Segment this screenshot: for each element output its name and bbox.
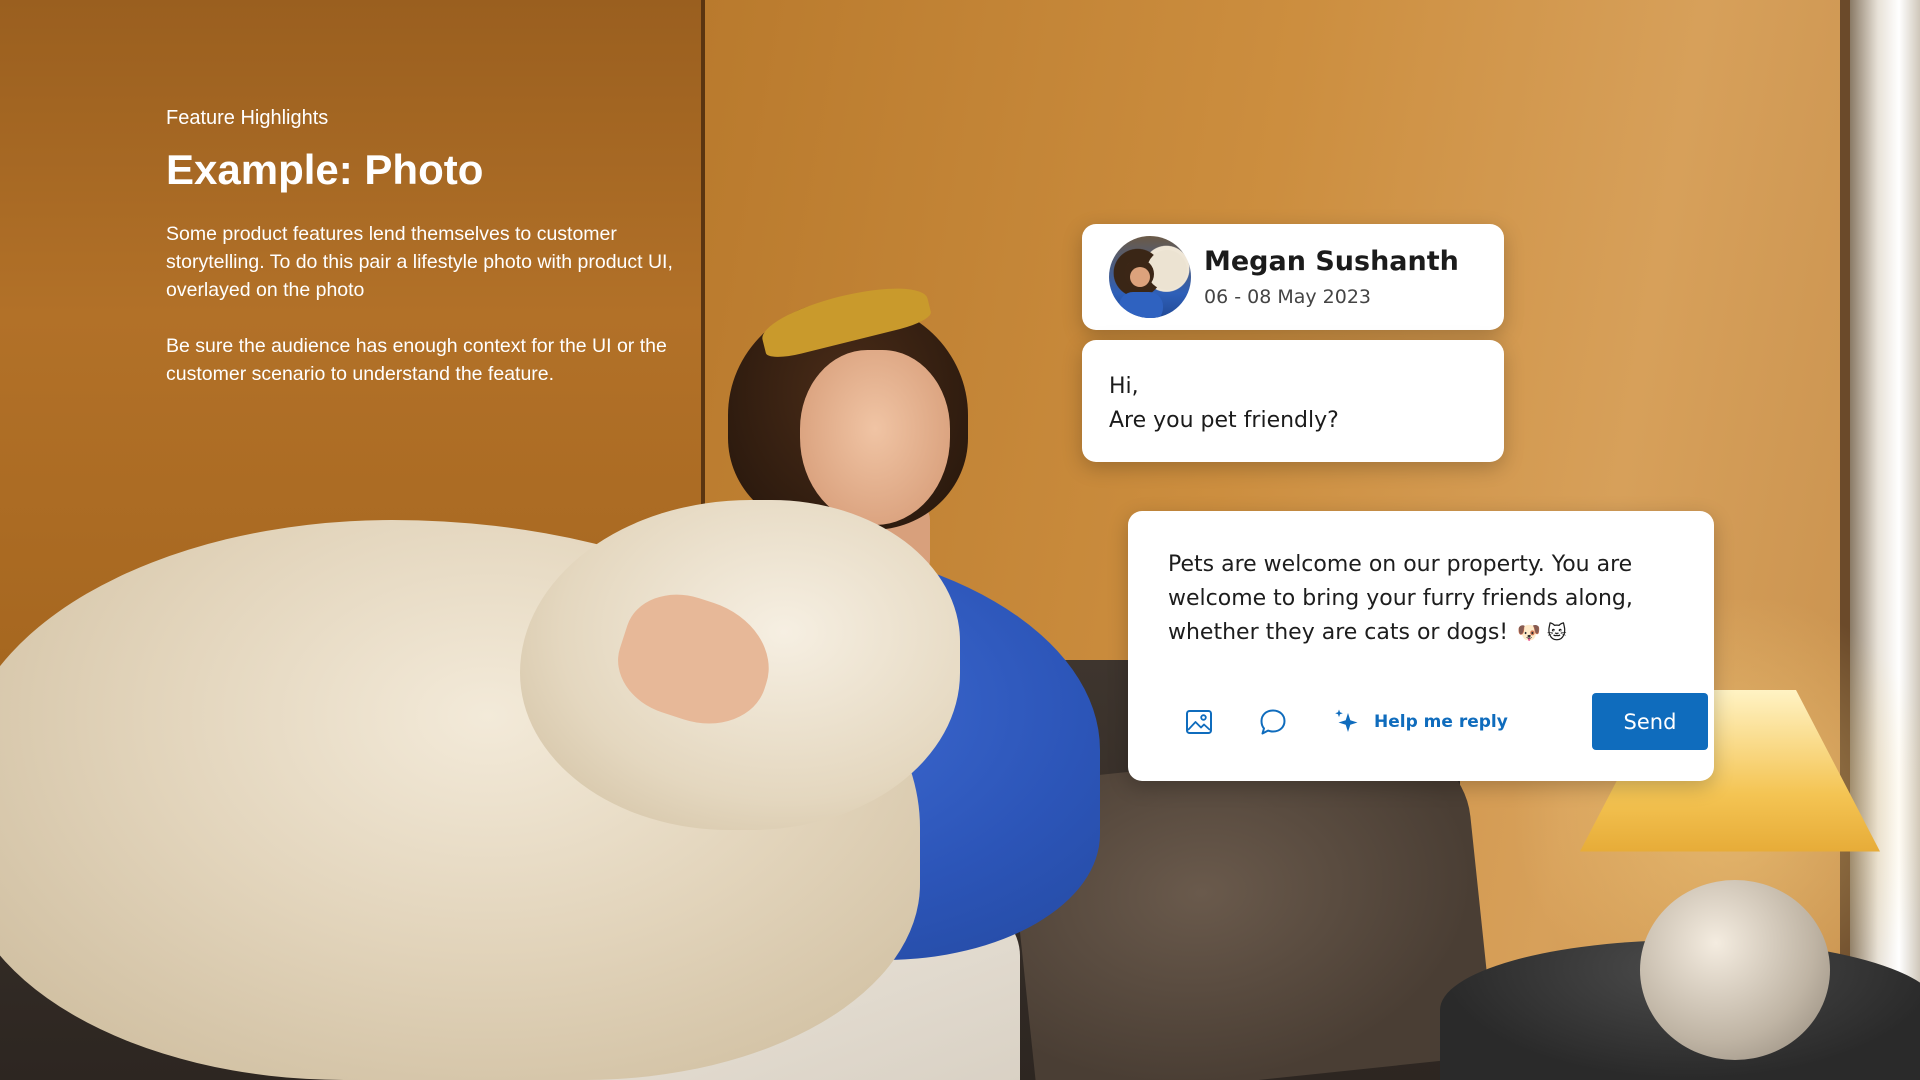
body-paragraph-1: Some product features lend themselves to… (166, 223, 673, 301)
guest-name: Megan Sushanth (1204, 246, 1459, 277)
guest-profile-card: Megan Sushanth 06 - 08 May 2023 (1082, 224, 1504, 330)
reply-toolbar: Help me reply Send (1168, 693, 1708, 751)
body-paragraph-2: Be sure the audience has enough context … (166, 335, 667, 385)
reply-composer: Pets are welcome on our property. You ar… (1128, 511, 1714, 781)
incoming-message-card: Hi, Are you pet friendly? (1082, 340, 1504, 462)
text-panel: Feature Highlights Example: Photo Some p… (166, 104, 686, 416)
stay-dates: 06 - 08 May 2023 (1204, 286, 1372, 308)
face (800, 350, 950, 525)
sparkle-icon (1335, 709, 1358, 732)
message-line: Hi, (1109, 374, 1139, 399)
eyebrow: Feature Highlights (166, 107, 329, 129)
avatar (1109, 236, 1191, 318)
help-me-reply-label: Help me reply (1374, 712, 1508, 732)
image-icon[interactable] (1184, 707, 1214, 737)
reply-emojis: 🐶 🐱 (1517, 622, 1567, 644)
chat-bubble-icon[interactable] (1258, 707, 1288, 737)
slide: Feature Highlights Example: Photo Some p… (0, 0, 1920, 1080)
send-button[interactable]: Send (1592, 693, 1708, 750)
avatar-photo-icon (1119, 250, 1187, 318)
page-title: Example: Photo (166, 146, 484, 193)
lamp-base (1640, 880, 1830, 1060)
reply-text[interactable]: Pets are welcome on our property. You ar… (1168, 548, 1678, 650)
help-me-reply-button[interactable]: Help me reply (1332, 707, 1508, 737)
message-line: Are you pet friendly? (1109, 408, 1339, 433)
message-text: Hi, Are you pet friendly? (1109, 370, 1339, 438)
